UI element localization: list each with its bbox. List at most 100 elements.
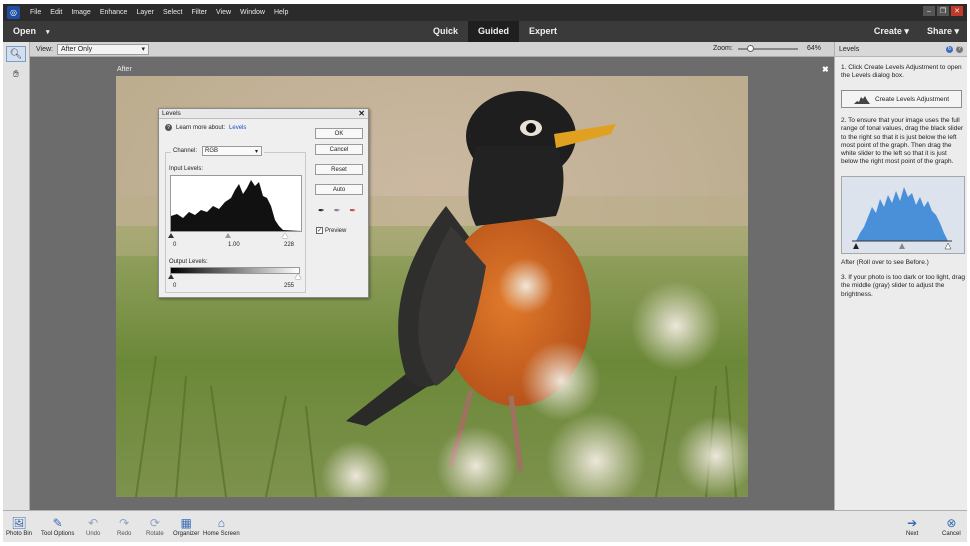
auto-button[interactable]: Auto [315,184,363,195]
create-levels-adjustment-label: Create Levels Adjustment [874,95,950,103]
share-label: Share [926,26,952,36]
tab-guided[interactable]: Guided [468,21,520,42]
home-screen-label: Home Screen [203,531,240,537]
input-white-value[interactable]: 228 [284,242,294,248]
menu-image[interactable]: Image [71,9,90,16]
rotate-button[interactable]: ⟳ Rotate [146,515,164,537]
open-button[interactable]: Open ▾ [13,26,50,36]
reset-button[interactable]: Reset [315,164,363,175]
mode-tabs: Quick Guided Expert [423,21,567,42]
options-bar: View: After Only ▾ Zoom: 64% [30,42,834,57]
menu-view[interactable]: View [216,9,231,16]
gray-eyedropper-icon[interactable]: ✒︎ [334,206,341,215]
cancel-guided-button[interactable]: ⊗ Cancel [942,515,961,537]
share-button[interactable]: Share ▾ [927,26,959,37]
restore-icon[interactable]: ❐ [937,6,949,16]
white-eyedropper-icon[interactable]: ✒︎ [349,206,356,215]
organizer-icon: ▦ [180,516,192,530]
redo-button[interactable]: ↷ Redo [117,515,131,537]
rotate-label: Rotate [146,531,164,537]
zoom-tool[interactable]: 🔍︎ [6,46,26,62]
channel-select[interactable]: RGB ▾ [202,146,263,156]
input-white-slider[interactable] [282,233,288,238]
view-select[interactable]: After Only ▾ [57,43,149,55]
learn-more-label: Learn more about: [176,124,226,131]
tool-options-button[interactable]: ✎ Tool Options [41,515,74,537]
dialog-titlebar[interactable]: Levels ✕ [159,109,368,119]
undo-icon: ↶ [88,516,99,530]
output-black-value[interactable]: 0 [173,283,176,289]
output-sliders [168,274,301,280]
menu-help[interactable]: Help [274,9,288,16]
home-icon: ⌂ [217,516,225,530]
panel-histogram[interactable] [841,176,965,254]
menu-file[interactable]: File [30,9,41,16]
output-black-slider[interactable] [168,274,174,279]
hand-icon: ✋︎ [13,68,19,80]
preview-checkbox[interactable]: ✓ Preview [316,227,346,234]
after-note: After (Roll over to see Before.) [841,259,929,266]
zoom-slider-knob[interactable] [746,44,754,52]
cancel-button[interactable]: Cancel [315,144,363,155]
tab-expert[interactable]: Expert [519,21,567,42]
hand-tool[interactable]: ✋︎ [6,66,26,82]
guided-panel: Levels ↻ ? 1. Click Create Levels Adjust… [834,42,967,510]
menu-window[interactable]: Window [240,9,265,16]
histogram-graph [171,180,301,231]
canvas-caption: After [117,66,132,73]
toolbar: 🔍︎ ✋︎ [3,42,30,510]
output-white-value[interactable]: 255 [284,283,294,289]
rotate-icon: ⟳ [149,516,160,530]
help-icon[interactable]: ? [956,45,963,53]
input-gray-slider[interactable] [225,233,231,238]
black-eyedropper-icon[interactable]: ✒︎ [318,206,325,215]
open-label: Open [13,26,37,36]
redo-label: Redo [117,531,132,537]
eyedropper-group: ✒︎ ✒︎ ✒︎ [318,206,356,215]
checkbox-checked-icon[interactable]: ✓ [316,227,323,234]
canvas-area: After ✖ [30,57,834,510]
menu-select[interactable]: Select [163,9,182,16]
menu-edit[interactable]: Edit [50,9,62,16]
menu-enhance[interactable]: Enhance [100,9,128,16]
create-button[interactable]: Create ▾ [874,26,909,37]
create-label: Create [873,26,902,36]
preview-label: Preview [325,227,347,234]
step-1-text: 1. Click Create Levels Adjustment to ope… [841,64,962,80]
organizer-button[interactable]: ▦ Organizer [173,515,199,537]
chevron-down-icon: ▾ [255,148,259,155]
undo-button[interactable]: ↶ Undo [86,515,100,537]
menu-layer[interactable]: Layer [136,9,154,16]
cancel-label: Cancel [942,531,961,537]
zoom-value: 64% [807,45,822,52]
reset-panel-icon[interactable]: ↻ [946,45,953,53]
magnifier-icon: 🔍︎ [9,48,23,60]
input-levels-label: Input Levels: [169,166,204,172]
input-sliders [168,232,302,239]
output-white-slider[interactable] [295,274,301,279]
close-window-icon[interactable]: ✕ [951,6,963,16]
levels-dialog: Levels ✕ ? Learn more about: Levels Chan… [158,108,369,298]
learn-more: ? Learn more about: Levels [165,124,246,131]
dialog-close-icon[interactable]: ✕ [358,109,365,118]
home-screen-button[interactable]: ⌂ Home Screen [203,515,240,537]
output-gradient [170,267,300,274]
tab-quick[interactable]: Quick [423,21,468,42]
view-value: After Only [61,45,93,53]
input-black-value[interactable]: 0 [173,242,176,248]
menu-filter[interactable]: Filter [191,9,207,16]
mode-bar: Open ▾ Quick Guided Expert Create ▾ Share… [3,21,967,42]
chevron-down-icon: ▾ [141,46,145,53]
learn-more-link[interactable]: Levels [229,125,246,131]
close-view-icon[interactable]: ✖ [822,65,829,74]
input-gray-value[interactable]: 1.00 [228,242,240,248]
ok-button[interactable]: OK [315,128,363,139]
zoom-slider[interactable] [737,44,798,52]
create-levels-adjustment-button[interactable]: Create Levels Adjustment [841,90,962,108]
minimize-icon[interactable]: – [923,6,935,16]
tool-options-label: Tool Options [41,531,75,537]
input-black-slider[interactable] [168,233,174,238]
next-button[interactable]: ➔ Next [906,515,918,537]
photo-bin-button[interactable]: 🖼︎ Photo Bin [6,515,32,537]
step-3-text: 3. If your photo is too dark or too ligh… [841,274,965,298]
